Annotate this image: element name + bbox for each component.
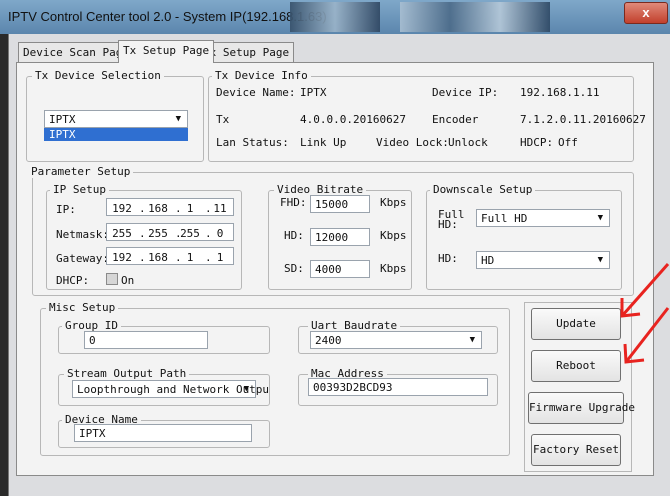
hd-downscale-label: HD: (438, 252, 458, 265)
uart-baudrate-value: 2400 (315, 334, 342, 347)
device-name-label: Device Name: (216, 86, 296, 99)
device-name-value: IPTX (300, 86, 327, 99)
gateway-octet: 1 (216, 251, 224, 264)
red-arrow-icon (620, 263, 670, 318)
dhcp-label: DHCP: (56, 274, 90, 287)
stream-output-select[interactable]: Loopthrough and Network Outpu ▼ (72, 380, 269, 398)
ip-octet: 168 (148, 202, 168, 215)
chevron-down-icon: ▼ (243, 384, 249, 394)
ip-octet: 11 (213, 202, 227, 215)
downscale-setup-legend: Downscale Setup (430, 183, 536, 196)
sd-unit: Kbps (380, 262, 407, 275)
hdcp-label: HDCP: (520, 136, 554, 149)
netmask-input[interactable]: 255 . 255 . 255 . 0 (106, 223, 234, 241)
chevron-down-icon: ▼ (469, 335, 475, 345)
annotation-arrows (620, 263, 670, 364)
chevron-down-icon: ▼ (597, 213, 603, 223)
netmask-label: Netmask: (56, 228, 109, 241)
full-hd-label-line2: HD: (438, 218, 458, 231)
ip-octet: 1 (186, 202, 194, 215)
hd-label: HD: (284, 229, 304, 242)
sd-bitrate-input[interactable]: 4000 (310, 260, 370, 278)
lan-status-value: Link Up (300, 136, 347, 149)
fhd-label: FHD: (280, 196, 307, 209)
tx-device-info-legend: Tx Device Info (212, 69, 311, 82)
video-lock-value: Unlock (448, 136, 488, 149)
netmask-octet: 0 (216, 227, 224, 240)
chevron-down-icon: ▼ (175, 114, 181, 124)
lan-status-label: Lan Status: (216, 136, 289, 149)
uart-baudrate-select[interactable]: 2400 ▼ (310, 331, 482, 349)
gateway-octet: 1 (186, 251, 194, 264)
ip-octet: 192 (112, 202, 132, 215)
ip-setup-legend: IP Setup (50, 183, 109, 196)
gateway-input[interactable]: 192 . 168 . 1 . 1 (106, 247, 234, 265)
full-hd-downscale-select[interactable]: Full HD ▼ (476, 209, 610, 227)
ip-address-input[interactable]: 192 . 168 . 1 . 11 (106, 198, 234, 216)
full-hd-downscale-value: Full HD (481, 212, 528, 225)
misc-setup-legend: Misc Setup (46, 301, 119, 314)
encoder-version: 7.1.2.0.11.20160627 (520, 113, 646, 126)
hd-downscale-value: HD (481, 254, 495, 267)
netmask-octet: 255 (148, 227, 168, 240)
tx-label: Tx (216, 113, 230, 126)
tx-version: 4.0.0.0.20160627 (300, 113, 406, 126)
device-ip-value: 192.168.1.11 (520, 86, 600, 99)
fhd-bitrate-input[interactable]: 15000 (310, 195, 370, 213)
device-ip-label: Device IP: (432, 86, 499, 99)
tab-device-scan[interactable]: Device Scan Page (18, 42, 134, 62)
ip-label: IP: (56, 203, 76, 216)
gateway-octet: 192 (112, 251, 132, 264)
netmask-octet: 255 (112, 227, 132, 240)
group-id-input[interactable]: 0 (84, 331, 208, 349)
hdcp-value: Off (558, 136, 578, 149)
firmware-upgrade-button[interactable]: Firmware Upgrade (528, 392, 635, 424)
taskbar-thumbnail (290, 2, 380, 32)
gateway-label: Gateway: (56, 252, 109, 265)
factory-reset-button[interactable]: Factory Reset (531, 434, 621, 466)
video-lock-label: Video Lock: (376, 136, 449, 149)
fhd-unit: Kbps (380, 196, 407, 209)
hd-bitrate-input[interactable]: 12000 (310, 228, 370, 246)
mac-address-field[interactable]: 00393D2BCD93 (308, 378, 488, 396)
gateway-octet: 168 (148, 251, 168, 264)
full-hd-label: Full HD: (438, 209, 465, 231)
parameter-setup-legend: Parameter Setup (28, 165, 134, 178)
downscale-setup-group (426, 190, 622, 290)
taskbar-thumbnail (400, 2, 550, 32)
hd-unit: Kbps (380, 229, 407, 242)
tx-device-dropdown-item[interactable]: IPTX (44, 128, 188, 141)
stream-output-value: Loopthrough and Network Outpu (77, 383, 270, 396)
tab-tx-setup[interactable]: Tx Setup Page (118, 40, 215, 63)
tx-device-combo[interactable]: IPTX ▼ (44, 110, 188, 128)
close-button[interactable]: x (624, 2, 668, 24)
tx-device-selection-legend: Tx Device Selection (32, 69, 164, 82)
sd-label: SD: (284, 262, 304, 275)
dhcp-checkbox[interactable] (106, 273, 118, 285)
hd-downscale-select[interactable]: HD ▼ (476, 251, 610, 269)
tx-device-selected: IPTX (49, 113, 76, 126)
device-name-input[interactable]: IPTX (74, 424, 252, 442)
encoder-label: Encoder (432, 113, 479, 126)
netmask-octet: 255 (180, 227, 200, 240)
dhcp-on-label: On (121, 274, 135, 287)
stream-output-legend: Stream Output Path (64, 367, 190, 380)
window-title: IPTV Control Center tool 2.0 - System IP… (8, 9, 327, 24)
